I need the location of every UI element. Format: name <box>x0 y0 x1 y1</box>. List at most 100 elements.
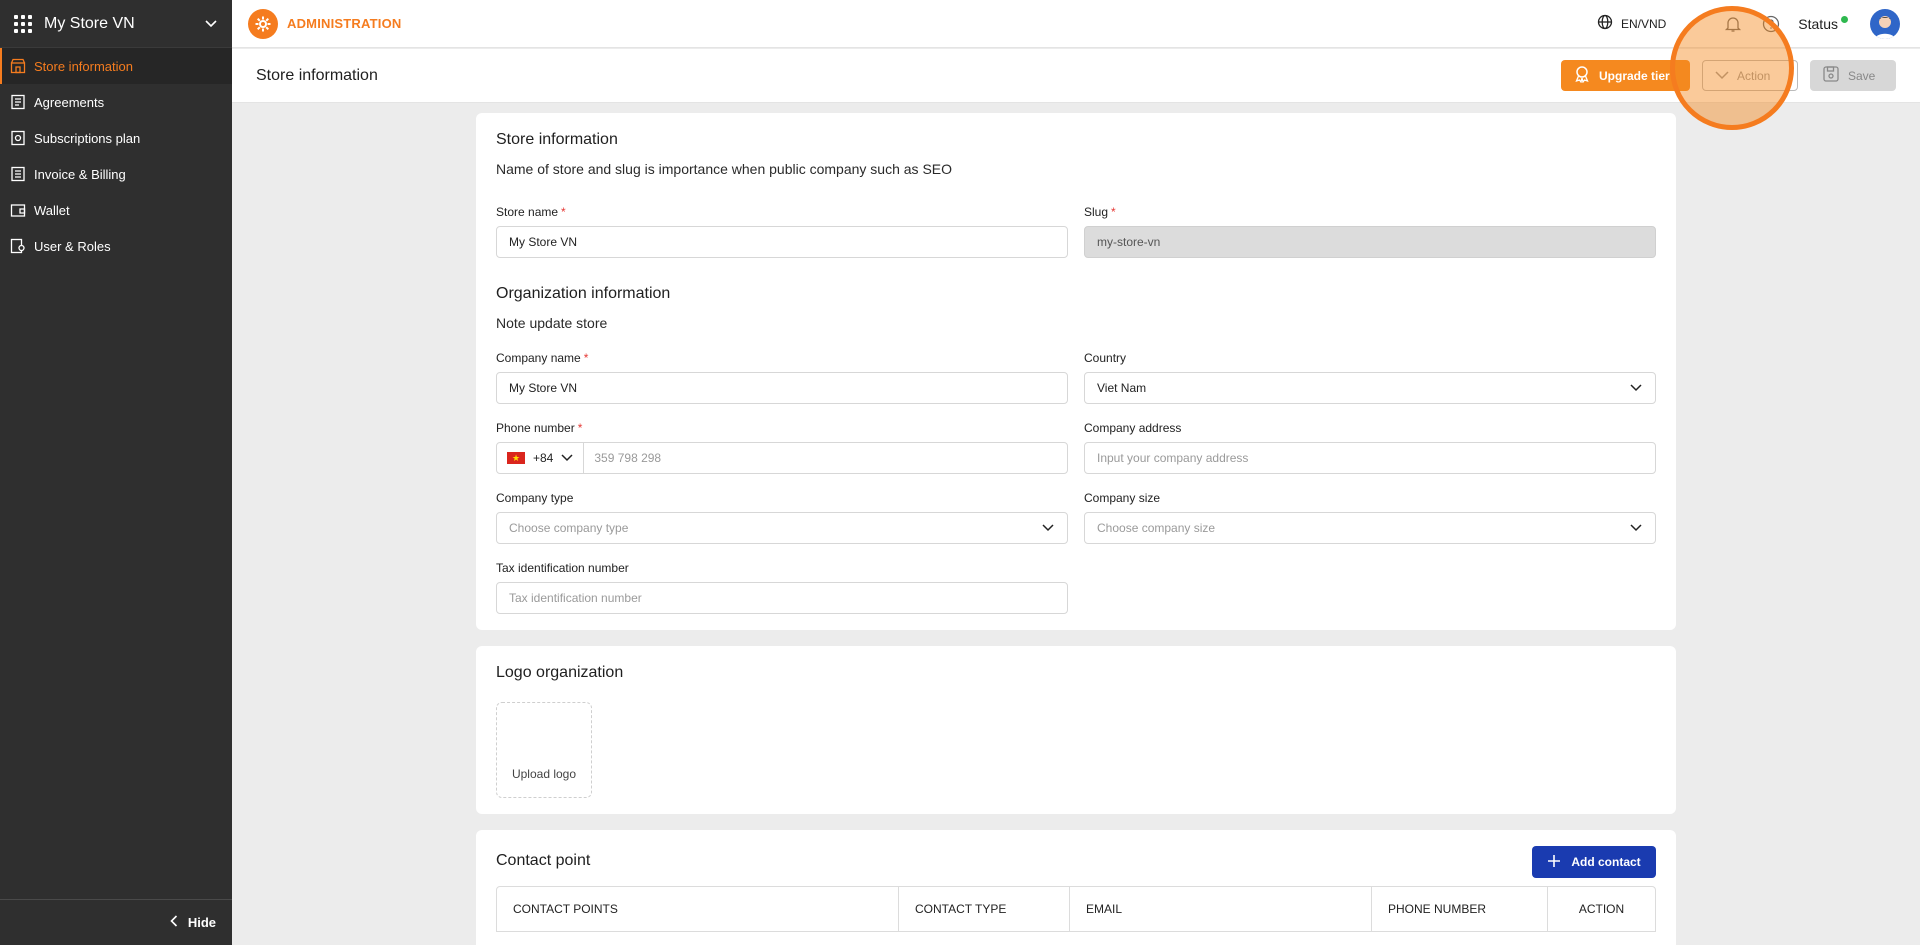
sidebar-item-user-roles[interactable]: User & Roles <box>0 228 232 264</box>
gear-icon <box>248 8 278 39</box>
column-header: ACTION <box>1578 902 1625 916</box>
add-contact-label: Add contact <box>1571 855 1641 869</box>
store-name: My Store VN <box>44 14 135 32</box>
top-bar: ADMINISTRATION EN/VND Status <box>232 0 1920 48</box>
upgrade-label: Upgrade tier <box>1599 68 1670 83</box>
store-information-card: Store information Name of store and slug… <box>476 113 1676 630</box>
sidebar-item-subscriptions-plan[interactable]: Subscriptions plan <box>0 120 232 156</box>
logo-card: Logo organization Upload logo <box>476 646 1676 814</box>
users-icon <box>10 238 26 254</box>
hide-label: Hide <box>187 915 216 930</box>
store-switcher[interactable]: My Store VN <box>0 0 232 48</box>
phone-country-code-select[interactable]: ★ +84 <box>507 443 585 473</box>
column-header: CONTACT POINTS <box>497 887 899 931</box>
phone-code: +84 <box>533 451 554 465</box>
add-contact-button[interactable]: Add contact <box>1532 846 1656 878</box>
page-title: Store information <box>256 66 378 84</box>
hide-sidebar-button[interactable]: Hide <box>0 899 232 945</box>
bell-icon[interactable] <box>1722 13 1744 35</box>
chevron-down-icon <box>1629 381 1643 395</box>
status-online-dot <box>1841 15 1848 23</box>
sidebar-nav: Store information Agreements Subscriptio… <box>0 48 232 264</box>
save-icon <box>1822 65 1840 86</box>
apps-grid-icon[interactable] <box>14 14 32 33</box>
sidebar-item-invoice-billing[interactable]: Invoice & Billing <box>0 156 232 192</box>
app-label: ADMINISTRATION <box>287 16 402 31</box>
store-name-input[interactable]: My Store VN <box>496 226 1068 258</box>
org-info-title: Organization information <box>496 285 671 302</box>
company-size-select[interactable]: Choose company size <box>1084 512 1656 544</box>
chevron-left-icon <box>170 915 178 930</box>
vietnam-flag-icon: ★ <box>507 452 525 464</box>
company-name-input[interactable]: My Store VN <box>496 372 1068 404</box>
wallet-icon <box>10 202 26 218</box>
upload-logo-dropzone[interactable]: Upload logo <box>496 702 592 798</box>
tax-id-placeholder: Tax identification number <box>509 591 642 605</box>
slug-label: Slug * <box>1084 205 1116 219</box>
store-name-label: Store name * <box>496 205 566 219</box>
company-size-placeholder: Choose company size <box>1097 521 1216 535</box>
tax-id-label: Tax identification number <box>496 561 629 575</box>
tax-id-input[interactable]: Tax identification number <box>496 582 1068 614</box>
status-indicator[interactable]: Status <box>1798 15 1848 32</box>
sidebar-item-label: Invoice & Billing <box>34 166 126 182</box>
slug-input: my-store-vn <box>1084 226 1656 258</box>
language-label: EN/VND <box>1620 16 1667 31</box>
invoice-icon <box>10 166 26 182</box>
slug-value: my-store-vn <box>1097 235 1161 249</box>
company-address-placeholder: Input your company address <box>1097 451 1249 465</box>
chevron-down-icon <box>1629 521 1643 535</box>
chevron-down-icon[interactable] <box>204 17 218 31</box>
org-info-subtitle: Note update store <box>496 315 608 331</box>
upload-logo-label: Upload logo <box>511 767 577 781</box>
page-header: Store information Upgrade tier Action Sa… <box>232 49 1920 103</box>
globe-icon <box>1597 14 1613 33</box>
status-label: Status <box>1798 15 1838 32</box>
phone-label: Phone number * <box>496 421 583 435</box>
company-type-select[interactable]: Choose company type <box>496 512 1068 544</box>
award-icon <box>1573 65 1591 86</box>
phone-placeholder: 359 798 298 <box>594 451 662 465</box>
sidebar-item-label: Wallet <box>34 202 70 218</box>
sidebar-item-label: Store information <box>34 58 133 74</box>
sidebar-item-store-information[interactable]: Store information <box>0 48 232 84</box>
logo-title: Logo organization <box>496 664 624 681</box>
sidebar-item-agreements[interactable]: Agreements <box>0 84 232 120</box>
column-header: CONTACT TYPE <box>899 887 1070 931</box>
company-name-value: My Store VN <box>509 381 578 395</box>
document-icon <box>10 94 26 110</box>
company-address-label: Company address <box>1084 421 1182 435</box>
avatar[interactable] <box>1870 8 1900 39</box>
contact-table-header: CONTACT POINTS CONTACT TYPE EMAIL PHONE … <box>496 886 1656 932</box>
store-info-subtitle: Name of store and slug is importance whe… <box>496 161 953 177</box>
company-address-input[interactable]: Input your company address <box>1084 442 1656 474</box>
save-label: Save <box>1848 68 1876 83</box>
phone-input[interactable]: ★ +84 359 798 298 <box>496 442 1068 474</box>
country-value: Viet Nam <box>1097 381 1147 395</box>
country-label: Country <box>1084 351 1127 365</box>
chevron-down-icon <box>1041 521 1055 535</box>
action-label: Action <box>1737 68 1771 83</box>
company-type-placeholder: Choose company type <box>509 521 629 535</box>
save-button[interactable]: Save <box>1810 60 1896 91</box>
plus-icon <box>1547 854 1561 871</box>
company-type-label: Company type <box>496 491 574 505</box>
store-icon <box>10 58 26 74</box>
column-header: EMAIL <box>1070 887 1372 931</box>
contact-title: Contact point <box>496 852 591 869</box>
upgrade-tier-button[interactable]: Upgrade tier <box>1561 60 1690 91</box>
action-button[interactable]: Action <box>1702 60 1798 91</box>
company-name-label: Company name * <box>496 351 589 365</box>
help-icon[interactable] <box>1760 13 1782 35</box>
contact-point-card: Contact point Add contact CONTACT POINTS… <box>476 830 1676 945</box>
sidebar-item-label: User & Roles <box>34 238 111 254</box>
language-currency-switcher[interactable]: EN/VND <box>1597 14 1666 33</box>
chevron-down-icon <box>1715 69 1729 83</box>
sidebar: My Store VN Store information Agreements… <box>0 0 232 945</box>
store-name-value: My Store VN <box>509 235 578 249</box>
column-header: PHONE NUMBER <box>1372 887 1548 931</box>
sidebar-item-wallet[interactable]: Wallet <box>0 192 232 228</box>
store-info-title: Store information <box>496 131 618 148</box>
company-size-label: Company size <box>1084 491 1161 505</box>
country-select[interactable]: Viet Nam <box>1084 372 1656 404</box>
